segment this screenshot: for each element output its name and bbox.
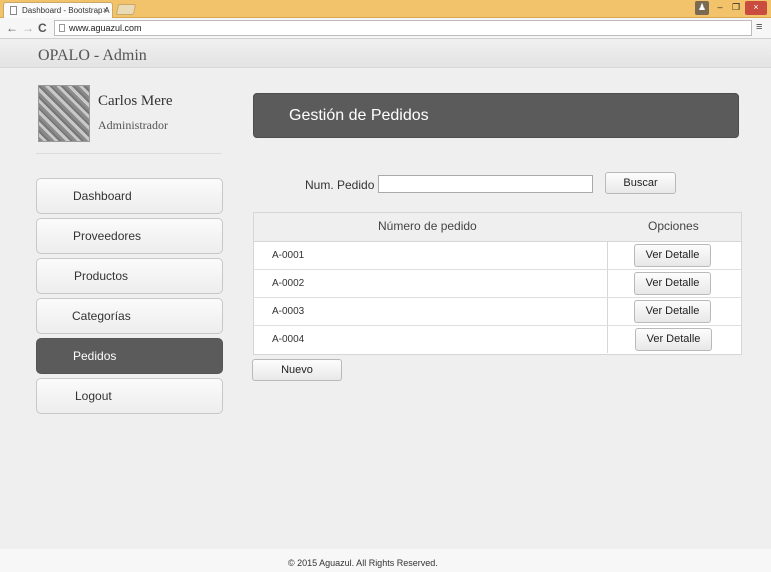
browser-navbar: ← → C www.aguazul.com ≡ (0, 18, 771, 39)
new-order-button[interactable]: Nuevo (252, 359, 342, 381)
browser-menu-icon[interactable]: ≡ (756, 21, 762, 33)
order-id: A-0002 (272, 278, 305, 289)
user-name: Carlos Mere (98, 93, 173, 109)
footer: © 2015 Aguazul. All Rights Reserved. (0, 549, 771, 572)
order-id: A-0001 (272, 250, 305, 261)
page-icon (10, 6, 17, 15)
address-text: www.aguazul.com (69, 23, 142, 33)
sidebar-item-dashboard[interactable]: Dashboard (36, 178, 223, 214)
footer-copyright: © 2015 Aguazul. All Rights Reserved. (288, 558, 438, 568)
back-arrow-icon[interactable]: ← (6, 21, 18, 35)
page-header: OPALO - Admin (0, 40, 771, 68)
column-header-order-number: Número de pedido (378, 219, 477, 233)
table-row: A-0003 Ver Detalle (254, 298, 741, 326)
search-button[interactable]: Buscar (605, 172, 676, 194)
panel-header: Gestión de Pedidos (253, 93, 739, 138)
table-row: A-0004 Ver Detalle (254, 326, 741, 354)
page-icon (59, 24, 65, 32)
sidebar-item-categorias[interactable]: Categorías (36, 298, 223, 334)
orders-table: Número de pedido Opciones A-0001 Ver Det… (253, 212, 742, 355)
avatar (38, 85, 90, 142)
new-tab-button[interactable] (115, 4, 137, 15)
table-header: Número de pedido Opciones (254, 213, 741, 242)
user-profile-icon[interactable]: ♟ (695, 1, 709, 15)
view-detail-button[interactable]: Ver Detalle (634, 300, 711, 323)
address-bar[interactable]: www.aguazul.com (54, 20, 752, 36)
view-detail-button[interactable]: Ver Detalle (634, 272, 711, 295)
tab-close-icon[interactable]: × (103, 5, 108, 15)
minimize-icon[interactable]: – (713, 1, 727, 15)
order-id: A-0003 (272, 306, 305, 317)
sidebar-item-pedidos[interactable]: Pedidos (36, 338, 223, 374)
divider (36, 153, 222, 154)
search-label: Num. Pedido (305, 178, 375, 192)
user-role: Administrador (98, 118, 168, 132)
table-row: A-0002 Ver Detalle (254, 270, 741, 298)
view-detail-button[interactable]: Ver Detalle (635, 328, 712, 351)
tab-title: Dashboard - Bootstrap A (22, 6, 110, 15)
sidebar-item-productos[interactable]: Productos (36, 258, 223, 294)
sidebar-item-logout[interactable]: Logout (36, 378, 223, 414)
view-detail-button[interactable]: Ver Detalle (634, 244, 711, 267)
order-id: A-0004 (272, 334, 305, 345)
sidebar-item-proveedores[interactable]: Proveedores (36, 218, 223, 254)
brand-title[interactable]: OPALO - Admin (38, 47, 147, 65)
reload-icon[interactable]: C (38, 21, 47, 35)
order-number-input[interactable] (378, 175, 593, 193)
page-title: Gestión de Pedidos (289, 107, 429, 124)
app-root: Dashboard - Bootstrap A × ♟ – ❐ × ← → C … (0, 0, 771, 572)
table-row: A-0001 Ver Detalle (254, 242, 741, 270)
window-close-icon[interactable]: × (745, 1, 767, 15)
column-header-options: Opciones (648, 219, 699, 233)
browser-tab[interactable]: Dashboard - Bootstrap A × (3, 2, 113, 18)
forward-arrow-icon[interactable]: → (22, 21, 34, 35)
browser-tabbar: Dashboard - Bootstrap A × ♟ – ❐ × (0, 0, 771, 18)
maximize-icon[interactable]: ❐ (729, 1, 743, 15)
